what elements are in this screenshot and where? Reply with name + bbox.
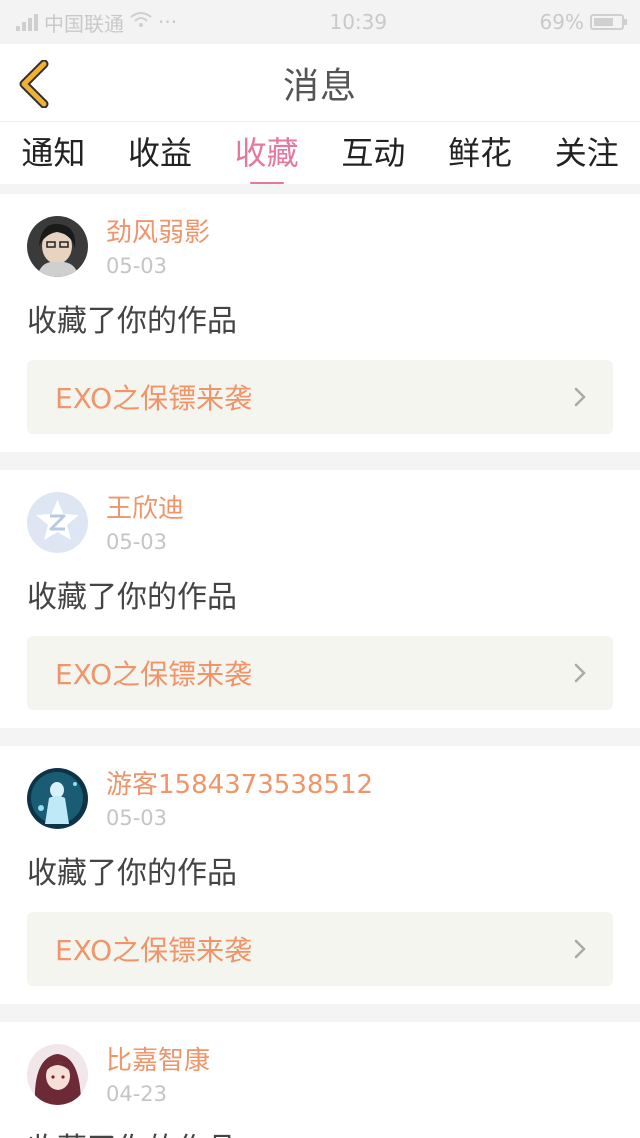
message-date: 05-03 xyxy=(106,806,168,830)
message-user: 劲风弱影 05-03 xyxy=(27,216,613,280)
avatar[interactable] xyxy=(27,768,88,829)
message-user: 游客1584373538512 05-03 xyxy=(27,768,613,832)
message-user: 比嘉智康 04-23 xyxy=(27,1044,613,1108)
chevron-left-icon xyxy=(19,59,49,109)
battery-icon xyxy=(589,14,627,30)
tab-underline xyxy=(36,182,70,184)
tab-notifications[interactable]: 通知 xyxy=(0,122,107,184)
tab-underline xyxy=(463,182,497,184)
tab-label: 收益 xyxy=(128,134,193,172)
tab-favorites[interactable]: 收藏 xyxy=(213,122,320,184)
tab-earnings[interactable]: 收益 xyxy=(107,122,214,184)
message-card: 劲风弱影 05-03 收藏了你的作品 EXO之保镖来袭 xyxy=(0,194,640,452)
work-link[interactable]: EXO之保镖来袭 xyxy=(27,912,613,986)
message-user: 王欣迪 05-03 xyxy=(27,492,613,556)
work-title: EXO之保镖来袭 xyxy=(55,382,253,415)
signal-icon xyxy=(16,13,38,31)
chevron-right-icon xyxy=(574,939,586,959)
avatar[interactable] xyxy=(27,216,88,277)
header: 消息 xyxy=(0,44,640,122)
battery-indicator: 69% xyxy=(539,10,627,34)
user-meta: 游客1584373538512 05-03 xyxy=(106,768,373,832)
tab-label: 互动 xyxy=(341,134,406,172)
action-text: 收藏了你的作品 xyxy=(27,304,237,339)
tab-interactions[interactable]: 互动 xyxy=(320,122,427,184)
more-dots-icon: ··· xyxy=(158,10,178,34)
tab-label: 鲜花 xyxy=(448,134,513,172)
page-title: 消息 xyxy=(282,65,357,107)
work-link[interactable]: EXO之保镖来袭 xyxy=(27,360,613,434)
work-title: EXO之保镖来袭 xyxy=(55,934,253,967)
back-button[interactable] xyxy=(16,59,56,109)
message-date: 05-03 xyxy=(106,254,168,278)
action-text: 收藏了你的作品 xyxy=(27,1130,613,1138)
work-link[interactable]: EXO之保镖来袭 xyxy=(27,636,613,710)
status-left: 中国联通 ··· xyxy=(16,8,177,37)
carrier-label: 中国联通 xyxy=(44,11,124,36)
status-bar: 中国联通 ··· 10:39 69% xyxy=(0,0,640,44)
message-card: 比嘉智康 04-23 收藏了你的作品 xyxy=(0,1022,640,1138)
tab-label: 关注 xyxy=(554,134,619,172)
divider xyxy=(0,728,640,746)
username[interactable]: 游客1584373538512 xyxy=(106,768,373,802)
tab-underline xyxy=(143,182,177,184)
username[interactable]: 王欣迪 xyxy=(106,492,184,526)
chevron-right-icon xyxy=(574,387,586,407)
username[interactable]: 劲风弱影 xyxy=(106,216,210,250)
message-card: 游客1584373538512 05-03 收藏了你的作品 EXO之保镖来袭 xyxy=(0,746,640,1004)
tab-underline xyxy=(570,182,604,184)
avatar[interactable] xyxy=(27,1044,88,1105)
tab-flowers[interactable]: 鲜花 xyxy=(427,122,534,184)
action-text: 收藏了你的作品 xyxy=(27,580,237,615)
message-date: 05-03 xyxy=(106,530,168,554)
tab-bar: 通知 收益 收藏 互动 鲜花 关注 xyxy=(0,122,640,184)
tab-label: 收藏 xyxy=(234,134,299,172)
battery-percent: 69% xyxy=(539,10,584,34)
chevron-right-icon xyxy=(574,663,586,683)
status-time: 10:39 xyxy=(329,10,388,34)
username[interactable]: 比嘉智康 xyxy=(106,1044,210,1078)
message-date: 04-23 xyxy=(106,1082,168,1106)
work-title: EXO之保镖来袭 xyxy=(55,658,253,691)
avatar[interactable] xyxy=(27,492,88,553)
tab-underline xyxy=(356,182,390,184)
wifi-icon xyxy=(130,11,152,33)
tab-following[interactable]: 关注 xyxy=(533,122,640,184)
message-card: 王欣迪 05-03 收藏了你的作品 EXO之保镖来袭 xyxy=(0,470,640,728)
user-meta: 王欣迪 05-03 xyxy=(106,492,184,556)
divider xyxy=(0,184,640,194)
user-meta: 劲风弱影 05-03 xyxy=(106,216,210,280)
tab-label: 通知 xyxy=(21,134,86,172)
tab-underline xyxy=(249,182,284,184)
user-meta: 比嘉智康 04-23 xyxy=(106,1044,210,1108)
divider xyxy=(0,452,640,470)
action-text: 收藏了你的作品 xyxy=(27,856,237,891)
divider xyxy=(0,1004,640,1022)
